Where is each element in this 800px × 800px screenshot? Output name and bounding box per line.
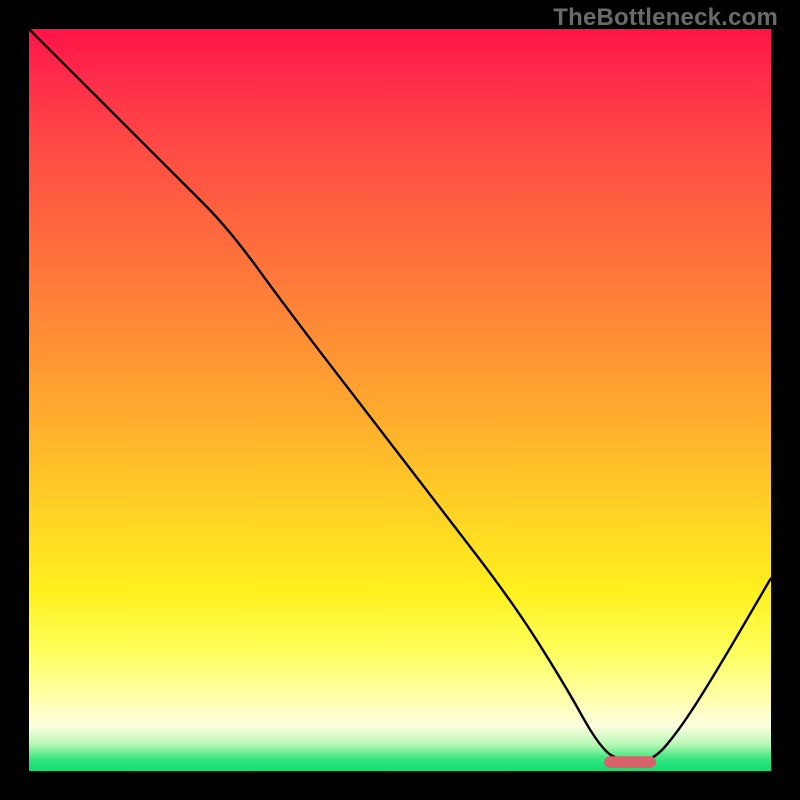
chart-frame: TheBottleneck.com xyxy=(0,0,800,800)
optimal-marker xyxy=(604,756,656,768)
watermark-text: TheBottleneck.com xyxy=(553,4,778,32)
plot-area xyxy=(29,29,771,771)
bottleneck-curve xyxy=(29,29,771,762)
chart-overlay xyxy=(29,29,771,771)
